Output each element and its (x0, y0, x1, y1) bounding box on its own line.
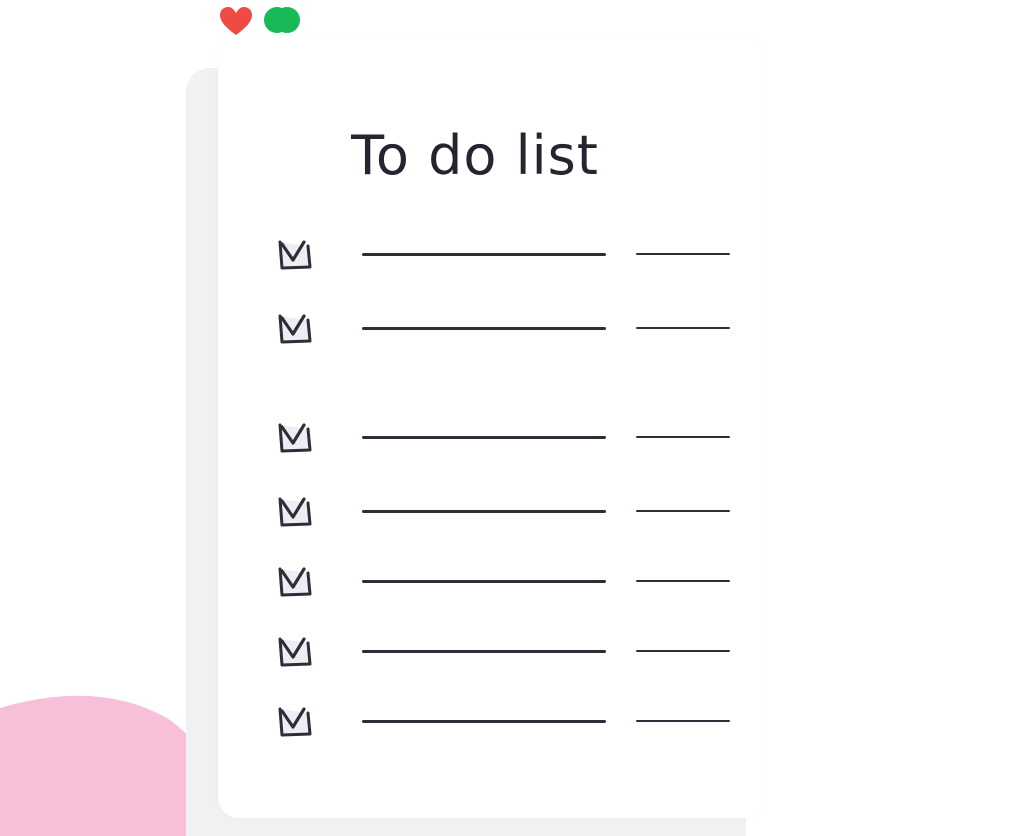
task-date-line (636, 253, 730, 255)
green-circle-icon[interactable] (262, 5, 302, 35)
checkbox-checked-icon[interactable] (276, 633, 314, 669)
task-text-line (362, 650, 606, 653)
task-row (218, 310, 764, 350)
checkbox-checked-icon[interactable] (276, 236, 314, 272)
checkbox-checked-icon[interactable] (276, 310, 314, 346)
task-date-line (636, 720, 730, 722)
todo-title: To do list (351, 124, 599, 187)
checkbox-checked-icon[interactable] (276, 703, 314, 739)
task-row (218, 493, 764, 533)
window-controls (218, 5, 308, 37)
task-text-line (362, 510, 606, 513)
task-row (218, 633, 764, 673)
task-text-line (362, 720, 606, 723)
task-text-line (362, 580, 606, 583)
checkbox-checked-icon[interactable] (276, 493, 314, 529)
task-date-line (636, 510, 730, 512)
checkbox-checked-icon[interactable] (276, 419, 314, 455)
todo-card: To do list (218, 38, 764, 818)
task-row (218, 703, 764, 743)
heart-icon[interactable] (218, 5, 254, 37)
task-date-line (636, 650, 730, 652)
task-text-line (362, 253, 606, 256)
checkbox-checked-icon[interactable] (276, 563, 314, 599)
task-date-line (636, 327, 730, 329)
task-date-line (636, 436, 730, 438)
task-date-line (636, 580, 730, 582)
task-row (218, 419, 764, 459)
task-row (218, 236, 764, 276)
task-text-line (362, 436, 606, 439)
task-row (218, 563, 764, 603)
task-text-line (362, 327, 606, 330)
